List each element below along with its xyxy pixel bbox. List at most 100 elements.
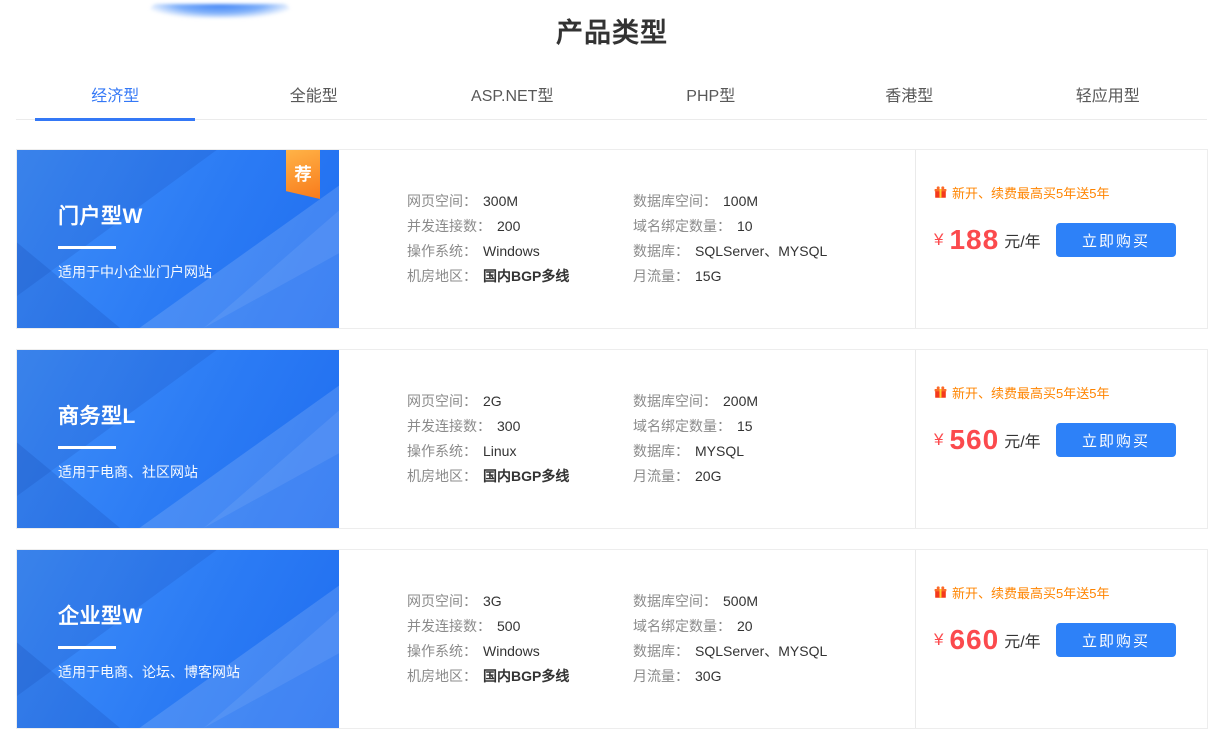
specs-column-left: 网页空间： 3G 并发连接数： 500 操作系统： Windows 机房地区： 国内BG… [407,589,633,728]
product-name: 商务型L [58,405,136,428]
banner-decoration [139,385,339,528]
tab-label: 经济型 [91,88,140,105]
tab-label: 香港型 [885,88,934,105]
price-amount: 560 [949,424,1000,455]
product-card-business: 商务型L 适用于电商、社区网站 网页空间： 2G 并发连接数： 300 操作系统： L… [16,349,1208,529]
tab-all-round[interactable]: 全能型 [215,69,414,119]
spec-row: 并发连接数： 200 [407,214,633,239]
tab-php[interactable]: PHP型 [612,69,811,119]
currency-symbol: ¥ [934,230,944,249]
buy-now-button[interactable]: 立即购买 [1056,623,1176,657]
banner-decoration [17,350,217,496]
partial-top-button[interactable] [150,4,290,18]
promo-banner: 新开、续费最高买5年送5年 [934,583,1207,602]
currency-symbol: ¥ [934,630,944,649]
product-description: 适用于中小企业门户网站 [58,264,212,280]
product-description: 适用于电商、社区网站 [58,464,198,480]
title-divider [58,646,116,649]
recommend-badge: 荐 [286,150,320,199]
price-amount: 188 [949,224,1000,255]
spec-label: 月流量： [633,268,689,284]
spec-label: 域名绑定数量： [633,418,731,434]
spec-value: Windows [483,643,540,659]
banner-decoration [203,610,339,728]
spec-row: 数据库： SQLServer、MYSQL [633,239,827,264]
price-amount: 660 [949,624,1000,655]
buy-now-button[interactable]: 立即购买 [1056,423,1176,457]
price-unit: 元/年 [1004,634,1041,651]
spec-label: 数据库： [633,243,689,259]
spec-value: 200M [723,393,759,409]
specs-column-left: 网页空间： 2G 并发连接数： 300 操作系统： Linux 机房地区： 国内BGP多… [407,389,633,528]
spec-label: 操作系统： [407,643,477,659]
promo-text: 新开、续费最高买5年送5年 [952,186,1110,201]
spec-row: 域名绑定数量： 10 [633,214,827,239]
spec-value: SQLServer、MYSQL [695,243,828,259]
spec-label: 网页空间： [407,593,477,609]
spec-row: 操作系统： Windows [407,639,633,664]
spec-value: Windows [483,243,540,259]
specs-column-right: 数据库空间： 100M 域名绑定数量： 10 数据库： SQLServer、MYSQL… [633,189,827,328]
purchase-panel: 新开、续费最高买5年送5年 ¥ 188 元/年 立即购买 [915,150,1207,328]
price-row: ¥ 188 元/年 立即购买 [934,223,1207,257]
product-card-enterprise: 企业型W 适用于电商、论坛、博客网站 网页空间： 3G 并发连接数： 500 操作系… [16,549,1208,729]
spec-value: 15G [695,268,722,284]
spec-row: 月流量： 20G [633,464,758,489]
banner-decoration [17,642,121,728]
currency-symbol: ¥ [934,430,944,449]
tab-label: PHP型 [686,88,736,105]
product-name: 企业型W [58,605,143,628]
spec-label: 月流量： [633,468,689,484]
product-name: 门户型W [58,205,143,228]
spec-label: 域名绑定数量： [633,218,731,234]
spec-value: 国内BGP多线 [483,268,570,284]
banner-decoration [203,410,339,528]
spec-value: 500 [497,618,521,634]
gift-icon [934,586,947,599]
spec-label: 数据库空间： [633,393,717,409]
spec-label: 机房地区： [407,268,477,284]
specs-column-left: 网页空间： 300M 并发连接数： 200 操作系统： Windows 机房地区： 国内… [407,189,633,328]
price-unit: 元/年 [1004,234,1041,251]
spec-value: 国内BGP多线 [483,668,570,684]
spec-label: 数据库： [633,643,689,659]
tab-aspnet[interactable]: ASP.NET型 [413,69,612,119]
spec-label: 网页空间： [407,393,477,409]
spec-row: 数据库空间： 500M [633,589,827,614]
buy-now-button[interactable]: 立即购买 [1056,223,1176,257]
specs-column-right: 数据库空间： 200M 域名绑定数量： 15 数据库： MYSQL 月流量： 20G [633,389,758,528]
promo-banner: 新开、续费最高买5年送5年 [934,183,1207,202]
tab-label: ASP.NET型 [471,88,554,105]
price-unit: 元/年 [1004,434,1041,451]
title-divider [58,246,116,249]
purchase-panel: 新开、续费最高买5年送5年 ¥ 660 元/年 立即购买 [915,550,1207,728]
product-specs: 网页空间： 2G 并发连接数： 300 操作系统： Linux 机房地区： 国内BGP多… [339,350,915,528]
promo-text: 新开、续费最高买5年送5年 [952,586,1110,601]
product-specs: 网页空间： 300M 并发连接数： 200 操作系统： Windows 机房地区： 国内… [339,150,915,328]
spec-label: 操作系统： [407,443,477,459]
tab-light-app[interactable]: 轻应用型 [1009,69,1208,119]
spec-row: 数据库： MYSQL [633,439,758,464]
spec-value: 300 [497,418,521,434]
product-card-list: 荐 门户型W 适用于中小企业门户网站 网页空间： 300M 并发连接数： 200 操… [16,149,1208,729]
tab-hongkong[interactable]: 香港型 [810,69,1009,119]
spec-label: 机房地区： [407,468,477,484]
spec-row: 数据库空间： 200M [633,389,758,414]
spec-row: 数据库： SQLServer、MYSQL [633,639,827,664]
spec-value: 3G [483,593,502,609]
tab-economy[interactable]: 经济型 [16,69,215,119]
price-row: ¥ 660 元/年 立即购买 [934,623,1207,657]
promo-text: 新开、续费最高买5年送5年 [952,386,1110,401]
spec-row: 机房地区： 国内BGP多线 [407,264,633,289]
spec-label: 操作系统： [407,243,477,259]
spec-value: 500M [723,593,759,609]
product-specs: 网页空间： 3G 并发连接数： 500 操作系统： Windows 机房地区： 国内BG… [339,550,915,728]
spec-row: 操作系统： Windows [407,239,633,264]
spec-label: 数据库： [633,443,689,459]
spec-row: 月流量： 30G [633,664,827,689]
spec-value: 国内BGP多线 [483,468,570,484]
price-row: ¥ 560 元/年 立即购买 [934,423,1207,457]
spec-row: 数据库空间： 100M [633,189,827,214]
spec-value: MYSQL [695,443,745,459]
spec-label: 并发连接数： [407,218,491,234]
